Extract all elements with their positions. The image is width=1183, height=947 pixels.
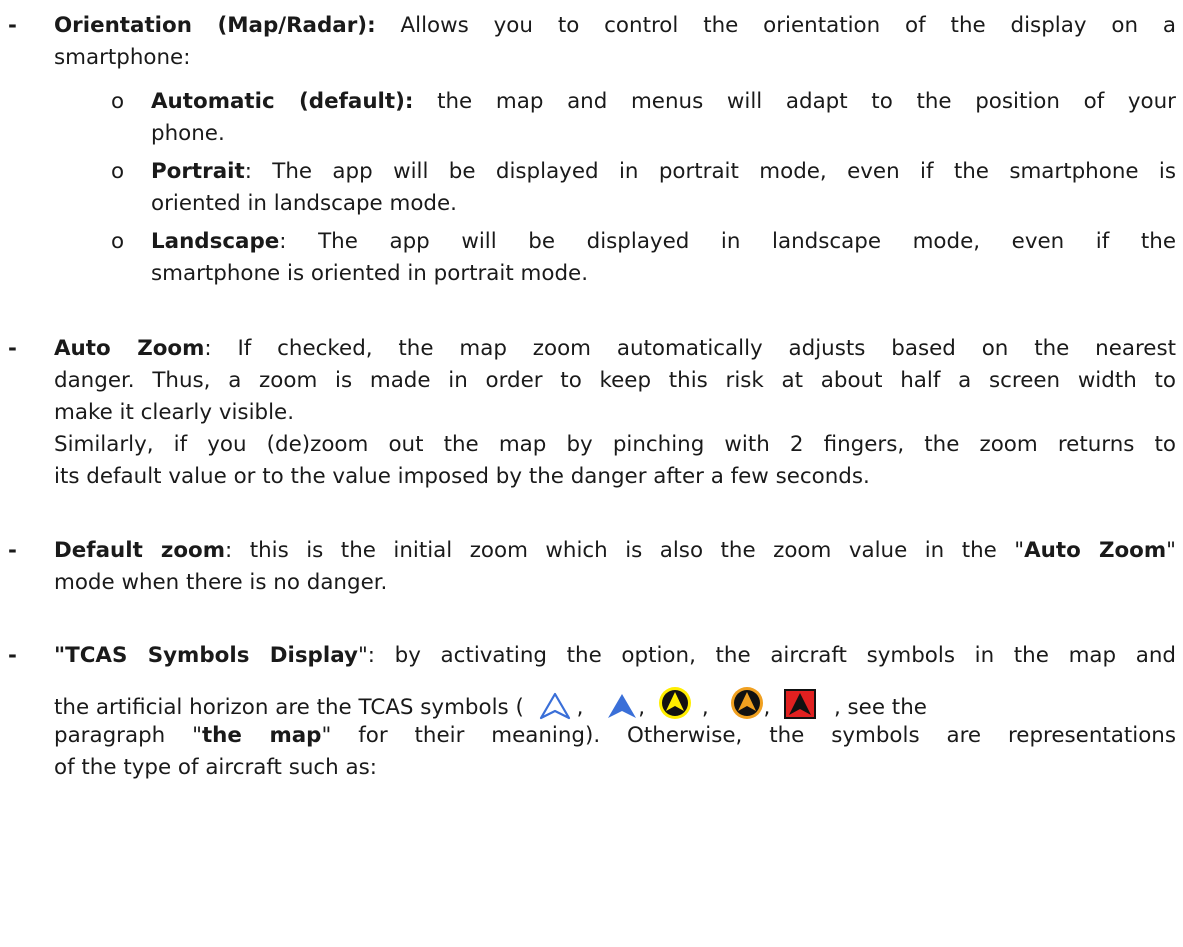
orientation-label: Orientation (Map/Radar):	[54, 13, 376, 38]
bullet-dash: -	[8, 13, 17, 38]
bullet-dash: -	[8, 336, 17, 361]
default-zoom-line-1: Default zoom: this is the initial zoom w…	[54, 538, 1176, 563]
default-zoom-line-2: mode when there is no danger.	[54, 570, 388, 595]
tcas-line-3: paragraph "the map" for their meaning). …	[54, 723, 1176, 748]
orientation-line-2: smartphone:	[54, 45, 191, 70]
sub-bullet: o	[111, 89, 125, 114]
auto-zoom-line-5: its default value or to the value impose…	[54, 464, 870, 489]
auto-zoom-line-1: Auto Zoom: If checked, the map zoom auto…	[54, 336, 1176, 361]
tcas-line-4: of the type of aircraft such as:	[54, 755, 377, 780]
bullet-dash: -	[8, 643, 17, 668]
tcas-label: "TCAS Symbols Display	[54, 643, 358, 668]
tcas-line-1: "TCAS Symbols Display": by activating th…	[54, 643, 1177, 668]
auto-zoom-label: Auto Zoom	[54, 336, 205, 361]
sub-bullet: o	[111, 229, 125, 254]
portrait-line-2: oriented in landscape mode.	[151, 191, 457, 216]
auto-zoom-line-3: make it clearly visible.	[54, 400, 294, 425]
portrait-line-1: Portrait: The app will be displayed in p…	[151, 159, 1176, 184]
default-zoom-label: Default zoom	[54, 538, 226, 563]
auto-zoom-line-2: danger. Thus, a zoom is made in order to…	[54, 368, 1176, 393]
landscape-line-2: smartphone is oriented in portrait mode.	[151, 261, 589, 286]
orientation-line-1: Orientation (Map/Radar): Allows you to c…	[54, 13, 1176, 38]
automatic-line-1: Automatic (default): the map and menus w…	[151, 89, 1176, 114]
auto-zoom-line-4: Similarly, if you (de)zoom out the map b…	[54, 432, 1176, 457]
landscape-line-1: Landscape: The app will be displayed in …	[151, 229, 1176, 254]
sub-bullet: o	[111, 159, 125, 184]
bullet-dash: -	[8, 538, 17, 563]
automatic-line-2: phone.	[151, 121, 225, 146]
